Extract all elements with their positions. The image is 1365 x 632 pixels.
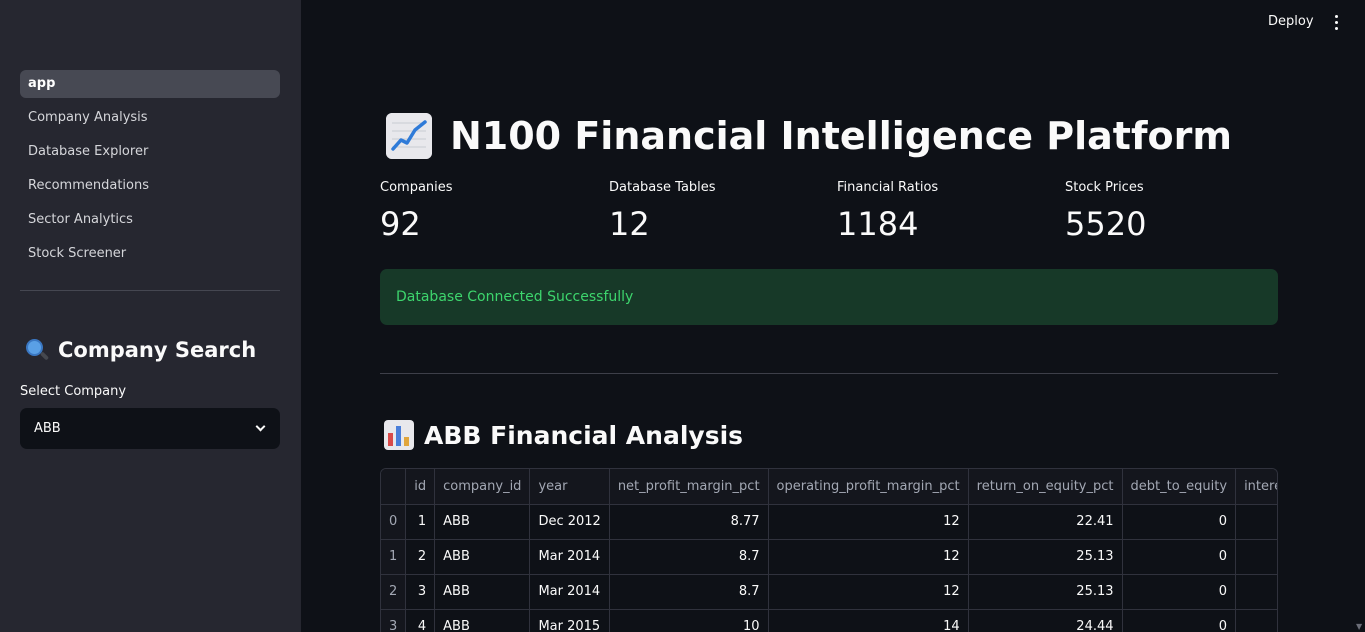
row-index: 3 <box>381 609 407 632</box>
metric-label: Database Tables <box>609 180 716 195</box>
column-header[interactable]: net_profit_margin_pct <box>609 469 769 505</box>
financial-data-table[interactable]: id company_id year net_profit_margin_pct ope… <box>380 468 1278 632</box>
sidebar-item-recommendations[interactable]: Recommendations <box>20 172 280 200</box>
table-cell: ABB <box>434 504 531 540</box>
main-divider <box>380 373 1278 374</box>
sidebar-nav: app Company Analysis Database Explorer Reco… <box>20 70 280 274</box>
table-cell: 14 <box>768 609 969 632</box>
table-cell: 12 <box>768 574 969 610</box>
table-cell: 24.44 <box>968 609 1123 632</box>
page-title-text: N100 Financial Intelligence Platform <box>450 114 1232 158</box>
metric-label: Stock Prices <box>1065 180 1144 195</box>
column-header[interactable]: return_on_equity_pct <box>968 469 1123 505</box>
metric-database-tables: Database Tables 12 <box>609 180 716 243</box>
company-select-value: ABB <box>34 421 61 436</box>
table-row[interactable]: 2 3 ABB Mar 2014 8.7 12 25.13 0 <box>381 574 1277 610</box>
column-header[interactable]: company_id <box>434 469 531 505</box>
sidebar-item-stock-screener[interactable]: Stock Screener <box>20 240 280 268</box>
app-root: app Company Analysis Database Explorer Reco… <box>0 0 1365 632</box>
kebab-menu-icon[interactable] <box>1328 12 1344 32</box>
table-cell: ABB <box>434 609 531 632</box>
sidebar-item-app[interactable]: app <box>20 70 280 98</box>
row-index: 2 <box>381 574 407 610</box>
metric-value: 1184 <box>837 205 919 243</box>
success-alert: Database Connected Successfully <box>380 269 1278 325</box>
table-cell: 12 <box>768 504 969 540</box>
table-cell: 0 <box>1122 504 1237 540</box>
sidebar-item-sector-analytics[interactable]: Sector Analytics <box>20 206 280 234</box>
table-cell: 12 <box>768 539 969 575</box>
column-header[interactable]: operating_profit_margin_pct <box>768 469 969 505</box>
table-cell: 0 <box>1122 574 1237 610</box>
section-title-text: ABB Financial Analysis <box>424 420 744 450</box>
table-cell: 4 <box>405 609 436 632</box>
table-cell: Dec 2012 <box>529 504 610 540</box>
metric-value: 92 <box>380 205 421 243</box>
metric-value: 5520 <box>1065 205 1147 243</box>
table-cell: Mar 2014 <box>529 539 610 575</box>
table-cell: 1 <box>405 504 436 540</box>
column-header[interactable]: interes <box>1235 469 1277 505</box>
table-row[interactable]: 1 2 ABB Mar 2014 8.7 12 25.13 0 <box>381 539 1277 575</box>
table-cell: Mar 2015 <box>529 609 610 632</box>
table-cell <box>1235 574 1277 610</box>
sidebar-divider <box>20 290 280 291</box>
company-search-title: Company Search <box>58 338 257 362</box>
column-header[interactable] <box>381 469 407 505</box>
table-cell: 0 <box>1122 539 1237 575</box>
table-cell: 8.7 <box>609 539 769 575</box>
table-cell: ABB <box>434 574 531 610</box>
table-cell: Mar 2014 <box>529 574 610 610</box>
table-header-row: id company_id year net_profit_margin_pct ope… <box>381 469 1277 505</box>
page-title: N100 Financial Intelligence Platform <box>386 108 1232 164</box>
magnifying-glass-icon <box>24 337 50 363</box>
data-table: id company_id year net_profit_margin_pct ope… <box>381 469 1277 632</box>
table-cell: 0 <box>1122 609 1237 632</box>
section-title: ABB Financial Analysis <box>384 416 743 454</box>
table-cell: 8.77 <box>609 504 769 540</box>
company-select[interactable]: ABB <box>20 408 280 449</box>
table-cell: 2 <box>405 539 436 575</box>
sidebar-item-database-explorer[interactable]: Database Explorer <box>20 138 280 166</box>
table-row[interactable]: 3 4 ABB Mar 2015 10 14 24.44 0 <box>381 609 1277 632</box>
metric-stock-prices: Stock Prices 5520 <box>1065 180 1146 243</box>
table-cell: 3 <box>405 574 436 610</box>
company-search-heading: Company Search <box>24 334 256 366</box>
table-cell: 25.13 <box>968 574 1123 610</box>
select-company-label: Select Company <box>20 384 127 399</box>
table-cell: 25.13 <box>968 539 1123 575</box>
table-cell: ABB <box>434 539 531 575</box>
metric-label: Financial Ratios <box>837 180 939 195</box>
row-index: 0 <box>381 504 407 540</box>
bar-chart-icon <box>384 420 414 450</box>
column-header[interactable]: debt_to_equity <box>1122 469 1237 505</box>
sidebar: app Company Analysis Database Explorer Reco… <box>0 0 301 632</box>
chevron-down-icon <box>255 421 266 432</box>
metric-financial-ratios: Financial Ratios 1184 <box>837 180 938 243</box>
metric-label: Companies <box>380 180 453 195</box>
table-cell: 8.7 <box>609 574 769 610</box>
deploy-button[interactable]: Deploy <box>1262 10 1320 34</box>
table-cell: 10 <box>609 609 769 632</box>
table-cell: 22.41 <box>968 504 1123 540</box>
table-body: 0 1 ABB Dec 2012 8.77 12 22.41 0 1 2 ABB Mar 2014 8.… <box>381 504 1277 632</box>
resize-handle-icon[interactable]: ▼ <box>1356 622 1362 631</box>
table-cell <box>1235 539 1277 575</box>
table-cell <box>1235 504 1277 540</box>
metric-companies: Companies 92 <box>380 180 453 243</box>
chart-increasing-icon <box>386 113 432 159</box>
metric-value: 12 <box>609 205 650 243</box>
table-cell <box>1235 609 1277 632</box>
table-row[interactable]: 0 1 ABB Dec 2012 8.77 12 22.41 0 <box>381 504 1277 540</box>
sidebar-item-company-analysis[interactable]: Company Analysis <box>20 104 280 132</box>
row-index: 1 <box>381 539 407 575</box>
column-header[interactable]: year <box>529 469 610 505</box>
column-header[interactable]: id <box>405 469 436 505</box>
